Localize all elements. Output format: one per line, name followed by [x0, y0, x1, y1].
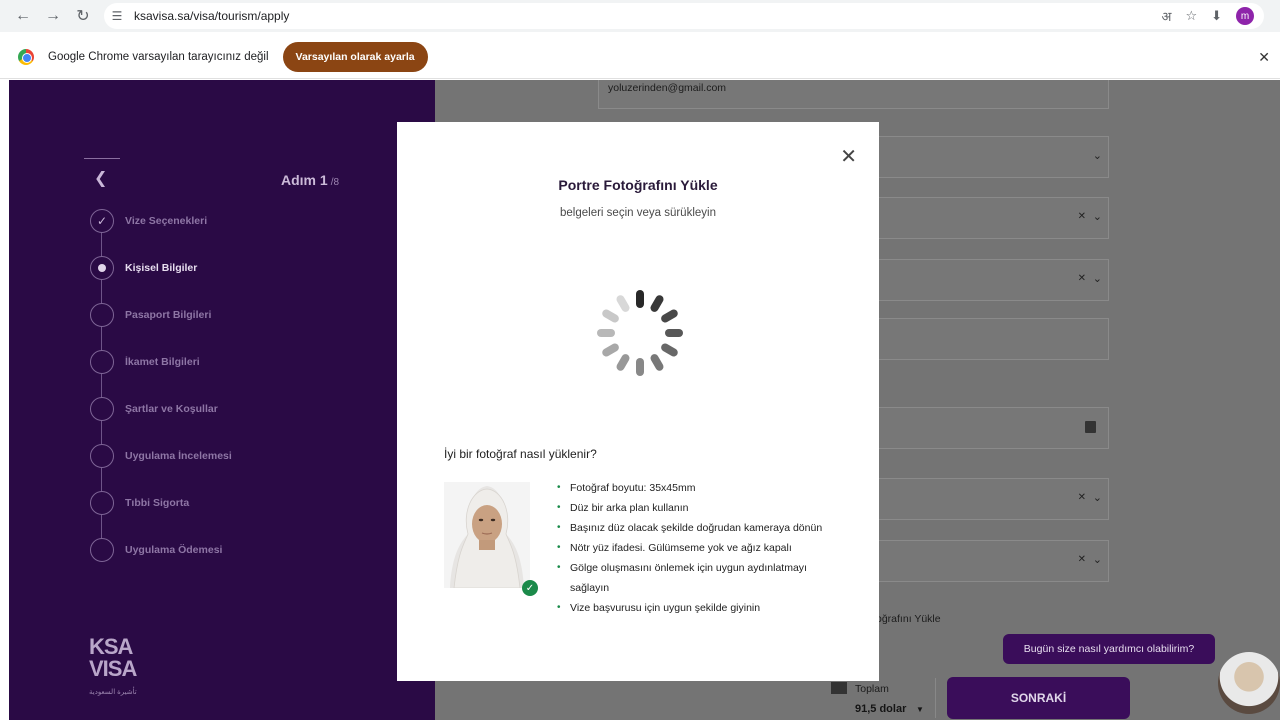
check-icon: ✓	[522, 580, 538, 596]
check-icon: ✓	[90, 209, 114, 233]
clear-icon[interactable]: ✕	[1078, 273, 1086, 284]
next-button[interactable]: SONRAKİ	[947, 677, 1130, 719]
step-indicator	[90, 397, 114, 421]
spinner-segment	[602, 309, 619, 323]
how-to-title: İyi bir fotoğraf nasıl yüklenir?	[444, 447, 597, 461]
sidebar-step-label: Tıbbi Sigorta	[125, 497, 190, 509]
sidebar-step-label: İkamet Bilgileri	[125, 356, 200, 368]
modal-subtitle[interactable]: belgeleri seçin veya sürükleyin	[397, 207, 879, 219]
spinner-segment	[661, 309, 678, 323]
bookmark-star-icon[interactable]: ☆	[1185, 8, 1197, 24]
spinner-segment	[636, 358, 644, 376]
clear-icon[interactable]: ✕	[1078, 211, 1086, 222]
reload-icon[interactable]: ↻	[68, 1, 98, 31]
list-item: Gölge oluşmasını önlemek için uygun aydı…	[557, 558, 837, 598]
list-item: Nötr yüz ifadesi. Gülümseme yok ve ağız …	[557, 538, 837, 558]
spinner-segment	[661, 343, 678, 357]
sidebar-step[interactable]: Şartlar ve Koşullar	[90, 397, 218, 421]
spinner-segment	[602, 343, 619, 357]
chevron-down-icon: ⌄	[1092, 554, 1102, 566]
download-icon[interactable]: ⬇	[1211, 8, 1222, 24]
step-indicator	[90, 303, 114, 327]
total-label: Toplam	[855, 683, 889, 695]
url-text[interactable]: ksavisa.sa/visa/tourism/apply	[134, 9, 289, 23]
site-settings-icon[interactable]: ☰	[104, 9, 130, 23]
sidebar-step-label: Kişisel Bilgiler	[125, 262, 198, 274]
list-item: Fotoğraf boyutu: 35x45mm	[557, 478, 837, 498]
spinner-segment	[665, 329, 683, 337]
loading-spinner-icon	[597, 290, 683, 376]
forward-arrow-icon[interactable]: →	[38, 1, 68, 31]
chat-prompt[interactable]: Bugün size nasıl yardımcı olabilirim?	[1003, 634, 1215, 664]
sidebar-step[interactable]: Kişisel Bilgiler	[90, 256, 197, 280]
step-indicator	[90, 538, 114, 562]
back-arrow-icon[interactable]: ❮	[94, 168, 107, 188]
sidebar-step[interactable]: Tıbbi Sigorta	[90, 491, 189, 515]
calendar-icon[interactable]	[1085, 421, 1096, 433]
list-item: Vize başvurusu için uygun şekilde giyini…	[557, 598, 837, 618]
browser-toolbar: ← → ↻ ☰ ksavisa.sa/visa/tourism/apply अ …	[0, 0, 1280, 32]
photo-tips-list: Fotoğraf boyutu: 35x45mmDüz bir arka pla…	[557, 478, 837, 618]
step-counter: Adım 1/8	[281, 172, 340, 188]
wallet-icon	[831, 682, 847, 694]
divider	[84, 158, 120, 159]
chat-assistant-avatar[interactable]	[1218, 652, 1280, 714]
set-default-button[interactable]: Varsayılan olarak ayarla	[282, 41, 428, 72]
total-value[interactable]: 91,5 dolar	[855, 703, 906, 715]
sidebar-step-label: Pasaport Bilgileri	[125, 309, 212, 321]
chrome-logo-icon	[18, 48, 34, 65]
spinner-segment	[636, 290, 644, 308]
clear-icon[interactable]: ✕	[1078, 554, 1086, 565]
upload-photo-modal: ✕ Portre Fotoğrafını Yükle belgeleri seç…	[397, 122, 879, 681]
default-browser-infobar: Google Chrome varsayılan tarayıcınız değ…	[0, 35, 1280, 79]
sidebar-step-label: Uygulama İncelemesi	[125, 450, 232, 462]
clear-icon[interactable]: ✕	[1078, 492, 1086, 503]
sidebar-step[interactable]: ✓ Vize Seçenekleri	[90, 209, 207, 233]
step-indicator	[90, 444, 114, 468]
chevron-down-icon: ⌄	[1092, 150, 1102, 162]
list-item: Düz bir arka plan kullanın	[557, 498, 837, 518]
photo-upload-field[interactable]: oğrafını Yükle	[876, 613, 941, 625]
sidebar-step[interactable]: Uygulama İncelemesi	[90, 444, 232, 468]
close-icon[interactable]: ✕	[1258, 49, 1270, 66]
sidebar: ❮ Adım 1/8 ✓ Vize Seçenekleri Kişisel Bilg…	[9, 80, 435, 720]
step-indicator	[90, 350, 114, 374]
spinner-segment	[597, 329, 615, 337]
chevron-down-icon: ⌄	[1092, 211, 1102, 223]
sample-portrait-image	[444, 482, 530, 588]
spinner-segment	[650, 295, 664, 312]
chevron-down-icon: ⌄	[1092, 492, 1102, 504]
translate-icon[interactable]: अ	[1162, 7, 1172, 25]
infobar-message: Google Chrome varsayılan tarayıcınız değ…	[48, 50, 269, 63]
divider	[935, 678, 936, 718]
spinner-segment	[650, 354, 664, 371]
sidebar-step-label: Şartlar ve Koşullar	[125, 403, 218, 415]
caret-down-icon[interactable]: ▼	[916, 705, 924, 714]
sidebar-step[interactable]: İkamet Bilgileri	[90, 350, 200, 374]
sidebar-step[interactable]: Uygulama Ödemesi	[90, 538, 222, 562]
spinner-segment	[616, 295, 630, 312]
address-bar[interactable]: ☰ ksavisa.sa/visa/tourism/apply अ ☆ ⬇ m	[104, 3, 1264, 29]
back-arrow-icon[interactable]: ←	[8, 1, 38, 31]
step-indicator	[90, 256, 114, 280]
ksa-visa-logo: KSA VISA تأشيرة السعودية	[89, 634, 137, 697]
list-item: Başınız düz olacak şekilde doğrudan kame…	[557, 518, 837, 538]
sidebar-step-label: Uygulama Ödemesi	[125, 544, 223, 556]
modal-title: Portre Fotoğrafını Yükle	[558, 177, 718, 193]
spinner-segment	[616, 354, 630, 371]
email-field[interactable]: yoluzerinden@gmail.com	[598, 80, 1109, 109]
close-icon[interactable]: ✕	[840, 144, 857, 169]
sidebar-step[interactable]: Pasaport Bilgileri	[90, 303, 211, 327]
sidebar-step-label: Vize Seçenekleri	[125, 215, 208, 227]
profile-avatar[interactable]: m	[1236, 7, 1254, 25]
chevron-down-icon: ⌄	[1092, 273, 1102, 285]
step-indicator	[90, 491, 114, 515]
